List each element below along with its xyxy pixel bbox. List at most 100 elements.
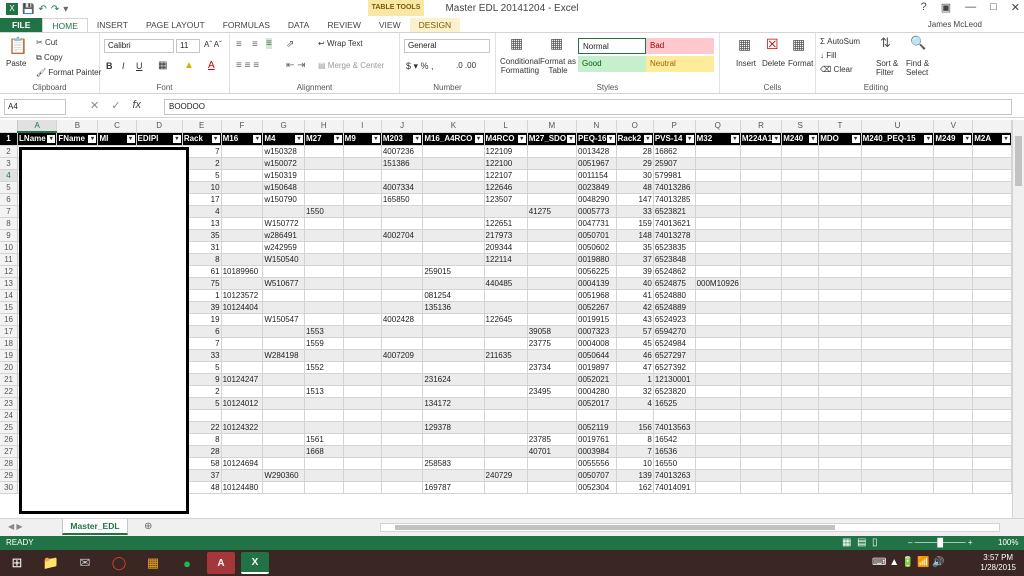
table-cell[interactable]: 4002704 xyxy=(381,229,424,242)
table-cell[interactable] xyxy=(262,361,305,374)
column-header[interactable]: F xyxy=(221,120,264,133)
row-header[interactable]: 30 xyxy=(0,481,19,494)
table-cell[interactable]: 0051967 xyxy=(576,157,617,170)
table-cell[interactable] xyxy=(740,241,783,254)
align-middle-icon[interactable]: ≡ xyxy=(252,39,258,50)
table-cell[interactable] xyxy=(695,169,741,182)
table-cell[interactable] xyxy=(740,193,783,206)
table-cell[interactable] xyxy=(262,397,305,410)
table-cell[interactable] xyxy=(933,457,974,470)
table-cell[interactable]: 0050644 xyxy=(576,349,617,362)
row-header[interactable]: 23 xyxy=(0,397,19,410)
file-explorer-icon[interactable]: 📁 xyxy=(37,552,65,574)
table-cell[interactable] xyxy=(818,193,862,206)
table-cell[interactable] xyxy=(818,241,862,254)
table-header-cell[interactable]: ▾ M32 xyxy=(695,132,741,146)
table-cell[interactable] xyxy=(861,253,935,266)
table-cell[interactable] xyxy=(861,325,935,338)
table-header-cell[interactable]: ▾ M27_SDO xyxy=(527,132,578,146)
table-cell[interactable] xyxy=(818,421,862,434)
table-cell[interactable] xyxy=(740,469,783,482)
table-cell[interactable] xyxy=(695,481,741,494)
table-cell[interactable] xyxy=(861,169,935,182)
table-cell[interactable] xyxy=(527,265,578,278)
table-cell[interactable] xyxy=(343,433,382,446)
table-cell[interactable] xyxy=(221,241,264,254)
table-cell[interactable] xyxy=(381,409,424,422)
filter-dropdown-icon[interactable]: ▾ xyxy=(47,135,56,144)
table-cell[interactable]: 0023849 xyxy=(576,181,617,194)
filter-dropdown-icon[interactable]: ▾ xyxy=(730,135,739,143)
table-cell[interactable] xyxy=(381,469,424,482)
table-cell[interactable] xyxy=(933,301,974,314)
table-cell[interactable] xyxy=(343,229,382,242)
table-cell[interactable]: 147 xyxy=(616,193,654,206)
table-cell[interactable]: 30 xyxy=(616,169,654,182)
table-cell[interactable]: 43 xyxy=(616,313,654,326)
filter-dropdown-icon[interactable]: ▾ xyxy=(963,135,972,143)
table-cell[interactable]: 0050707 xyxy=(576,469,617,482)
grow-font-icon[interactable]: Aˆ Aˇ xyxy=(204,40,222,49)
chrome-icon[interactable]: ◯ xyxy=(105,552,133,574)
table-cell[interactable] xyxy=(818,433,862,446)
table-cell[interactable] xyxy=(422,277,485,290)
table-cell[interactable] xyxy=(304,397,344,410)
table-cell[interactable] xyxy=(343,457,382,470)
insert-function-icon[interactable]: fx xyxy=(132,99,141,112)
table-cell[interactable] xyxy=(527,349,578,362)
column-header[interactable]: E xyxy=(182,120,222,133)
table-cell[interactable] xyxy=(933,277,974,290)
table-cell[interactable] xyxy=(972,289,1012,302)
table-cell[interactable] xyxy=(740,181,783,194)
table-cell[interactable] xyxy=(422,157,485,170)
table-cell[interactable]: 122645 xyxy=(484,313,528,326)
table-cell[interactable] xyxy=(381,433,424,446)
table-cell[interactable] xyxy=(972,325,1012,338)
table-cell[interactable]: 10124694 xyxy=(221,457,264,470)
table-header-cell[interactable]: ▾ LName xyxy=(17,132,58,146)
table-cell[interactable] xyxy=(695,409,741,422)
table-cell[interactable] xyxy=(576,409,617,422)
table-cell[interactable] xyxy=(818,457,862,470)
table-cell[interactable] xyxy=(304,373,344,386)
table-cell[interactable] xyxy=(422,325,485,338)
table-cell[interactable]: 0052017 xyxy=(576,397,617,410)
table-cell[interactable] xyxy=(781,301,820,314)
table-cell[interactable] xyxy=(695,325,741,338)
table-cell[interactable]: 1553 xyxy=(304,325,344,338)
column-header[interactable]: K xyxy=(422,120,485,133)
table-header-cell[interactable]: ▾ M4 xyxy=(262,132,305,146)
table-cell[interactable] xyxy=(343,397,382,410)
table-cell[interactable] xyxy=(381,217,424,230)
table-cell[interactable] xyxy=(221,409,264,422)
table-cell[interactable] xyxy=(972,373,1012,386)
table-cell[interactable] xyxy=(695,397,741,410)
table-cell[interactable] xyxy=(740,265,783,278)
horizontal-scroll-thumb[interactable] xyxy=(395,525,835,530)
table-cell[interactable]: 0052021 xyxy=(576,373,617,386)
table-cell[interactable]: 1550 xyxy=(304,205,344,218)
table-header-cell[interactable]: ▾ M2A xyxy=(972,132,1012,146)
table-cell[interactable] xyxy=(527,145,578,158)
table-cell[interactable] xyxy=(304,265,344,278)
table-cell[interactable]: 122114 xyxy=(484,253,528,266)
table-cell[interactable] xyxy=(304,457,344,470)
table-cell[interactable] xyxy=(781,289,820,302)
table-cell[interactable] xyxy=(781,481,820,494)
table-cell[interactable]: 23785 xyxy=(527,433,578,446)
find-select-button[interactable]: Find & Select xyxy=(906,59,936,77)
table-cell[interactable]: 162 xyxy=(616,481,654,494)
table-cell[interactable] xyxy=(304,157,344,170)
table-cell[interactable] xyxy=(695,445,741,458)
table-cell[interactable] xyxy=(818,325,862,338)
format-as-table-button[interactable]: Format as Table xyxy=(540,57,576,75)
table-cell[interactable] xyxy=(972,145,1012,158)
table-cell[interactable] xyxy=(262,481,305,494)
table-cell[interactable] xyxy=(818,181,862,194)
table-cell[interactable] xyxy=(781,169,820,182)
table-cell[interactable]: 0004008 xyxy=(576,337,617,350)
table-cell[interactable]: 0011154 xyxy=(576,169,617,182)
table-cell[interactable]: 74013621 xyxy=(653,217,696,230)
table-cell[interactable]: w286491 xyxy=(262,229,305,242)
table-cell[interactable] xyxy=(972,421,1012,434)
